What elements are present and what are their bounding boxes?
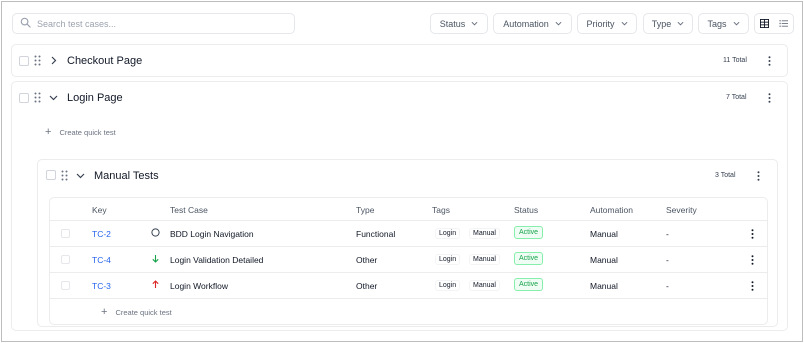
view-toggle [754,13,794,34]
row-checkbox[interactable] [61,281,70,290]
chevron-down-icon [733,19,740,29]
tag-chip: Manual [469,228,500,239]
test-key-link[interactable]: TC-3 [92,281,111,291]
more-options-icon[interactable] [768,56,771,66]
more-options-icon[interactable] [757,171,760,181]
tag-chip: Manual [469,280,500,291]
create-quick-test-label: Create quick test [59,128,116,137]
more-options-icon[interactable] [751,281,754,291]
search-input[interactable] [37,18,277,29]
group-checkout-page: Checkout Page 11 Total [11,44,788,77]
chevron-right-icon[interactable] [49,56,58,65]
status-filter-button[interactable]: Status [430,13,488,34]
tags-filter-button[interactable]: Tags [698,13,749,34]
type-filter-button[interactable]: Type [643,13,693,34]
group-header[interactable]: Login Page 7 Total [12,82,787,115]
filter-label: Status [439,18,466,29]
subgroup-manual-tests: Manual Tests 3 Total Key Test Case Type … [37,159,778,327]
automation-value: Manual [590,281,618,291]
column-header-severity[interactable]: Severity [666,205,697,215]
grid-view-button[interactable] [755,14,774,33]
subgroup-title: Manual Tests [94,170,159,182]
subgroup-checkbox[interactable] [46,170,56,180]
severity-value: - [666,229,669,239]
create-quick-test-button[interactable]: + Create quick test [45,127,116,138]
table-row[interactable]: TC-4 Login Validation Detailed Other Log… [50,246,767,272]
chevron-down-icon[interactable] [49,93,58,102]
group-checkbox[interactable] [19,93,29,103]
group-login-page: Login Page 7 Total + Create quick test M… [11,81,788,331]
severity-value: - [666,255,669,265]
automation-value: Manual [590,229,618,239]
more-options-icon[interactable] [751,229,754,239]
column-header-type[interactable]: Type [356,205,374,215]
column-header-automation[interactable]: Automation [590,205,633,215]
chevron-down-icon [555,19,562,29]
test-type: Functional [356,229,396,239]
test-case-name[interactable]: Login Validation Detailed [170,255,263,265]
drag-handle-icon[interactable] [34,92,41,103]
table-row[interactable]: TC-2 BDD Login Navigation Functional Log… [50,220,767,246]
status-badge: Active [514,226,544,239]
more-options-icon[interactable] [751,255,754,265]
plus-icon: + [45,126,52,138]
severity-value: - [666,281,669,291]
test-type: Other [356,281,378,291]
more-options-icon[interactable] [768,93,771,103]
group-title: Checkout Page [67,55,143,67]
test-case-table: Key Test Case Type Tags Status Automatio… [49,197,768,325]
column-header-test-case[interactable]: Test Case [170,205,208,215]
search-icon [20,15,31,33]
status-badge: Active [514,278,544,291]
drag-handle-icon[interactable] [61,170,68,181]
test-key-link[interactable]: TC-4 [92,255,111,265]
row-checkbox[interactable] [61,229,70,238]
tag-chip: Login [435,280,461,291]
test-key-link[interactable]: TC-2 [92,229,111,239]
subgroup-count: 3 Total [715,172,736,179]
group-title: Login Page [67,92,123,104]
create-quick-test-row: + Create quick test [50,298,767,325]
filter-label: Priority [586,18,615,29]
column-header-tags[interactable]: Tags [432,205,450,215]
status-badge: Active [514,252,544,265]
chevron-down-icon[interactable] [76,171,85,180]
group-count: 7 Total [726,94,747,101]
test-case-name[interactable]: BDD Login Navigation [170,229,254,239]
plus-icon: + [101,306,108,318]
create-quick-test-label: Create quick test [115,308,172,317]
drag-handle-icon[interactable] [34,55,41,66]
chevron-down-icon [471,19,478,29]
arrow-down-icon [151,254,160,263]
filter-label: Tags [707,18,727,29]
group-header[interactable]: Checkout Page 11 Total [12,45,787,78]
tag-chip: Manual [469,254,500,265]
group-checkbox[interactable] [19,56,29,66]
automation-value: Manual [590,255,618,265]
column-header-status[interactable]: Status [514,205,538,215]
chevron-down-icon [621,19,628,29]
table-row[interactable]: TC-3 Login Workflow Other Login Manual A… [50,272,767,298]
row-checkbox[interactable] [61,255,70,264]
chevron-down-icon [677,19,684,29]
column-header-key[interactable]: Key [92,205,107,215]
search-bar[interactable] [12,13,295,34]
arrow-up-icon [151,280,160,289]
tag-chip: Login [435,228,461,239]
test-type: Other [356,255,378,265]
test-case-name[interactable]: Login Workflow [170,281,228,291]
list-view-button[interactable] [774,14,793,33]
create-quick-test-button[interactable]: + Create quick test [101,307,172,318]
circle-icon [151,228,160,237]
filter-label: Type [651,18,672,29]
group-count: 11 Total [723,57,747,64]
list-icon [779,20,788,27]
tag-chip: Login [435,254,461,265]
priority-filter-button[interactable]: Priority [577,13,637,34]
grid-icon [760,19,769,28]
automation-filter-button[interactable]: Automation [493,13,572,34]
filter-label: Automation [503,18,549,29]
